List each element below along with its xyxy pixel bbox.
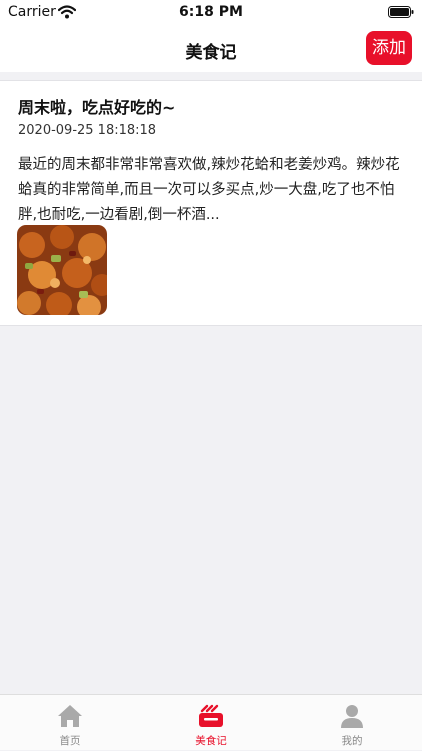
tab-profile[interactable]: 我的 — [282, 695, 422, 751]
post-title: 周末啦，吃点好吃的~ — [18, 98, 176, 117]
tab-label: 美食记 — [195, 735, 227, 747]
tab-food-journal[interactable]: 美食记 — [141, 695, 281, 751]
add-button[interactable]: 添加 — [366, 31, 412, 65]
tab-label: 我的 — [341, 735, 363, 747]
tab-label: 首页 — [59, 735, 81, 747]
clock: 6:18 PM — [179, 4, 243, 20]
post-card[interactable]: 周末啦，吃点好吃的~ 2020-09-25 18:18:18 最近的周末都非常非… — [0, 80, 422, 326]
food-journal-icon — [199, 704, 223, 727]
post-body: 最近的周末都非常非常喜欢做,辣炒花蛤和老姜炒鸡。辣炒花蛤真的非常简单,而且一次可… — [18, 157, 400, 223]
status-bar: Carrier 6:18 PM — [0, 0, 422, 26]
home-icon — [58, 705, 82, 727]
food-photo — [17, 225, 107, 315]
battery-icon — [388, 6, 414, 18]
page-title: 美食记 — [185, 43, 237, 63]
navigation-bar: 美食记 添加 — [0, 26, 422, 72]
post-timestamp: 2020-09-25 18:18:18 — [18, 123, 157, 138]
tab-bar: 首页 美食记 我的 — [0, 694, 422, 750]
tab-home[interactable]: 首页 — [0, 695, 140, 751]
post-thumbnail[interactable] — [17, 225, 107, 315]
profile-icon — [341, 705, 363, 728]
